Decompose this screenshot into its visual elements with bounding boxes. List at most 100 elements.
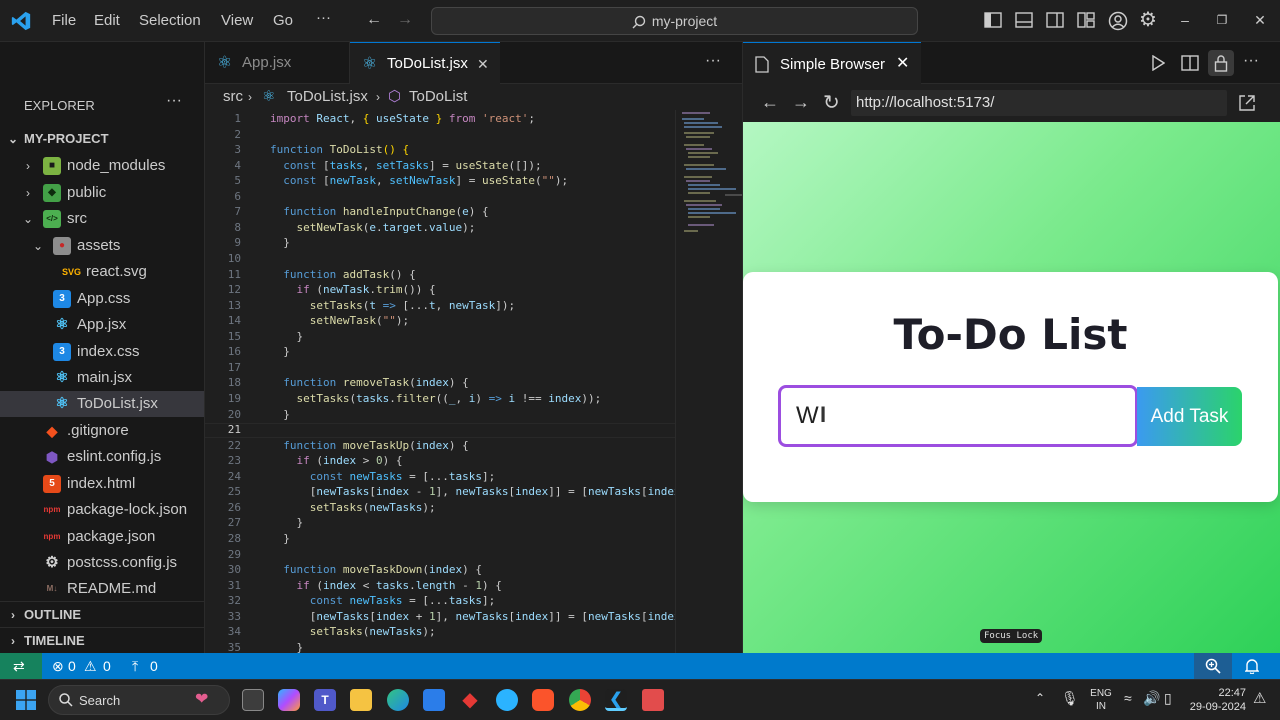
forward-arrow-icon[interactable]: → <box>395 10 415 30</box>
tree-item-index-html[interactable]: 5 index.html <box>0 471 204 497</box>
tree-item-app-jsx[interactable]: ⚛ App.jsx <box>0 312 204 338</box>
ports-indicator[interactable]: ⤒ 0 <box>132 653 166 679</box>
tree-item-gitignore[interactable]: ◆ .gitignore <box>0 418 204 444</box>
tree-item-package-json[interactable]: npm package.json <box>0 524 204 550</box>
close-tab-icon[interactable]: ✕ <box>896 53 909 73</box>
tree-item-node-modules[interactable]: › ■ node_modules <box>0 153 204 179</box>
tree-item-label: postcss.config.js <box>67 554 178 571</box>
code-editor[interactable]: 1 2 3 4 5 6 7 8 9 10 11 12 13 14 15 16 1… <box>205 110 742 653</box>
back-arrow-icon[interactable]: ← <box>364 10 384 30</box>
settings-gear-icon[interactable]: ⚙ <box>1138 10 1158 30</box>
explorer-header: EXPLORER <box>24 98 95 113</box>
title-bar: File Edit Selection View Go ··· ← → my-p… <box>0 0 1280 42</box>
wifi-icon[interactable]: ≈ <box>1124 690 1132 706</box>
tree-item-react-svg[interactable]: SVG react.svg <box>0 259 204 285</box>
browser-tab[interactable]: Simple Browser ✕ <box>743 42 921 84</box>
page-file-icon <box>755 56 769 73</box>
volume-icon[interactable]: 🔊 <box>1143 690 1160 707</box>
minimize-icon[interactable]: – <box>1175 10 1195 30</box>
breadcrumb-file[interactable]: ToDoList.jsx <box>287 84 368 110</box>
tree-item-main-jsx[interactable]: ⚛ main.jsx <box>0 365 204 391</box>
tab-app-jsx[interactable]: ⚛ App.jsx <box>205 42 350 84</box>
chrome-browser-icon[interactable] <box>569 689 591 711</box>
copilot-icon[interactable] <box>278 689 300 711</box>
todo-card: To-Do List I Add Task <box>743 272 1278 502</box>
breadcrumb-folder[interactable]: src <box>223 84 243 110</box>
tree-item-todolist-jsx[interactable]: ⚛ ToDoList.jsx <box>0 391 204 417</box>
tree-item-readme[interactable]: M↓ README.md <box>0 576 204 602</box>
vscode-taskbar-icon[interactable]: ❮ <box>605 689 627 711</box>
zoom-indicator[interactable] <box>1194 653 1232 679</box>
url-bar[interactable]: http://localhost:5173/ <box>851 90 1227 116</box>
browser-more-button[interactable]: ··· <box>1243 52 1259 70</box>
line-number: 15 <box>227 330 241 343</box>
tree-item-index-css[interactable]: 3 index.css <box>0 339 204 365</box>
menu-file[interactable]: File <box>52 12 76 29</box>
minimap-line <box>684 122 718 124</box>
explorer-more-button[interactable]: ··· <box>166 92 182 110</box>
add-task-button[interactable]: Add Task <box>1137 387 1242 446</box>
tree-item-public[interactable]: › ◆ public <box>0 180 204 206</box>
notification-center-icon[interactable]: ⚠ <box>1253 689 1266 707</box>
menu-view[interactable]: View <box>221 12 253 29</box>
menu-edit[interactable]: Edit <box>94 12 120 29</box>
command-center-search[interactable]: my-project <box>431 7 918 35</box>
menu-go[interactable]: Go <box>273 12 293 29</box>
nav-back-icon[interactable]: ← <box>761 92 779 113</box>
restore-icon[interactable]: ❐ <box>1212 10 1232 30</box>
close-window-icon[interactable]: ✕ <box>1250 10 1270 30</box>
run-preview-icon[interactable] <box>1151 55 1165 71</box>
task-view-icon[interactable] <box>242 689 264 711</box>
tree-item-src[interactable]: ⌄ </> src <box>0 206 204 232</box>
menu-more[interactable]: ··· <box>316 9 331 26</box>
brave-browser-icon[interactable] <box>532 689 554 711</box>
outline-section[interactable]: › OUTLINE <box>0 601 204 627</box>
clock[interactable]: 22:47 29-09-2024 <box>1186 686 1246 714</box>
edge-browser-icon[interactable] <box>387 689 409 711</box>
file-explorer-icon[interactable] <box>350 689 372 711</box>
open-external-icon[interactable] <box>1238 94 1256 112</box>
microphone-icon[interactable]: 🎙 <box>1061 690 1079 707</box>
split-editor-icon[interactable] <box>1181 55 1199 71</box>
minimap-slider[interactable] <box>725 194 742 196</box>
timeline-section[interactable]: › TIMELINE <box>0 627 204 653</box>
nav-forward-icon[interactable]: → <box>792 92 810 113</box>
minimap-line <box>684 200 716 202</box>
tree-item-postcss-config[interactable]: ⚙ postcss.config.js <box>0 550 204 576</box>
line-number: 17 <box>227 361 241 374</box>
tree-item-assets[interactable]: ⌄ ● assets <box>0 233 204 259</box>
microsoft-store-icon[interactable] <box>423 689 445 711</box>
remote-indicator[interactable]: ⇄ <box>0 653 42 679</box>
vscode-logo-icon[interactable] <box>10 10 32 32</box>
teams-icon[interactable]: T <box>314 689 336 711</box>
toggle-secondary-sidebar-icon[interactable] <box>1046 12 1064 28</box>
project-root[interactable]: ⌄ MY-PROJECT <box>0 126 204 152</box>
toggle-panel-icon[interactable] <box>1015 12 1033 28</box>
breadcrumb-symbol[interactable]: ToDoList <box>409 84 467 110</box>
close-tab-icon[interactable]: ✕ <box>477 43 489 85</box>
reload-icon[interactable]: ↻ <box>823 90 840 115</box>
app-red-diamond-icon[interactable]: ◆ <box>459 689 481 711</box>
html-file-icon: 5 <box>43 475 61 493</box>
menu-selection[interactable]: Selection <box>139 12 201 29</box>
language-indicator[interactable]: ENG IN <box>1087 687 1115 713</box>
toggle-primary-sidebar-icon[interactable] <box>984 12 1002 28</box>
tab-todolist-jsx[interactable]: ⚛ ToDoList.jsx ✕ <box>350 42 500 84</box>
taskbar-search-box[interactable]: Search ❤ <box>48 685 230 715</box>
windows-start-icon[interactable] <box>16 690 36 710</box>
task-input[interactable] <box>778 385 1138 447</box>
tab-more-button[interactable]: ··· <box>705 52 721 70</box>
notifications-bell-icon[interactable] <box>1245 658 1259 674</box>
account-icon[interactable] <box>1108 11 1128 31</box>
customize-layout-icon[interactable] <box>1077 12 1095 28</box>
tree-item-label: main.jsx <box>77 369 133 386</box>
minimap[interactable] <box>675 110 742 653</box>
tree-item-app-css[interactable]: 3 App.css <box>0 286 204 312</box>
battery-icon[interactable]: ▯ <box>1164 690 1172 707</box>
app-snipping-icon[interactable] <box>642 689 664 711</box>
show-hidden-icons[interactable]: ⌃ <box>1035 691 1045 705</box>
lock-group-button[interactable] <box>1208 50 1234 76</box>
tree-item-eslint-config[interactable]: ⬢ eslint.config.js <box>0 444 204 470</box>
app-blue-circle-icon[interactable] <box>496 689 518 711</box>
tree-item-package-lock[interactable]: npm package-lock.json <box>0 497 204 523</box>
